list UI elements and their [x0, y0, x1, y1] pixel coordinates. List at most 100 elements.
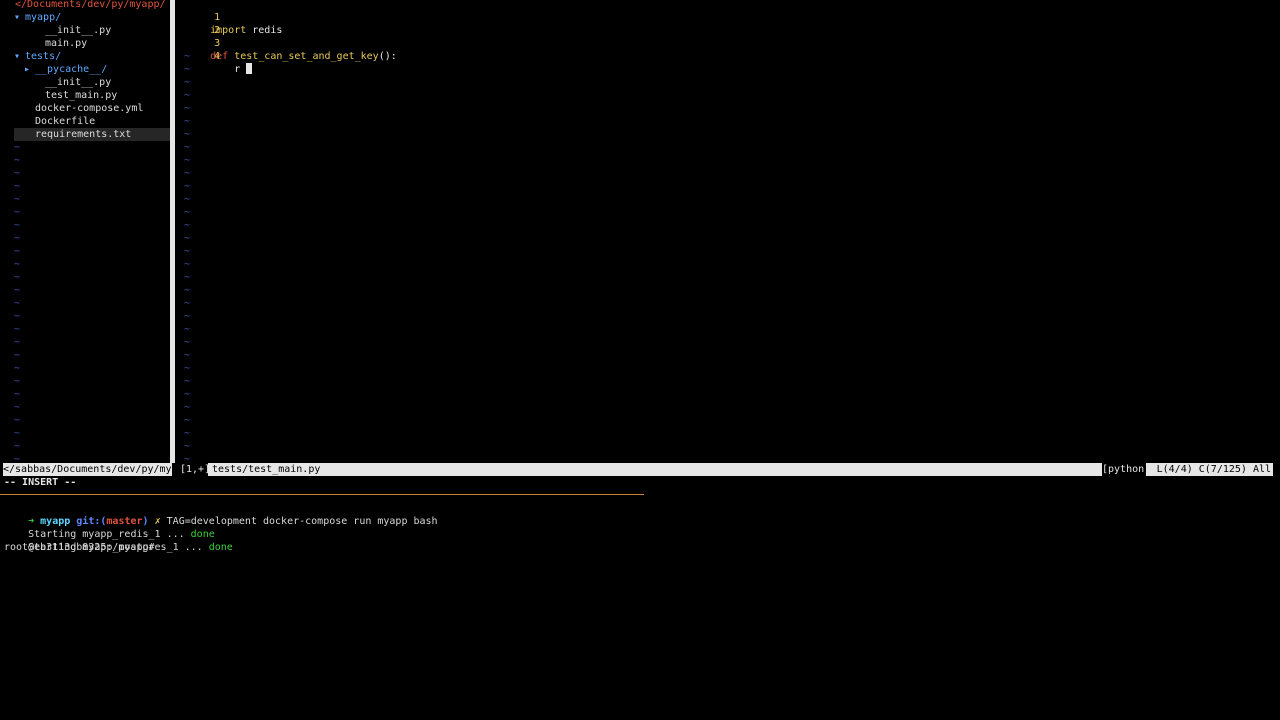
- empty-line-tilde: ~: [14, 324, 21, 335]
- empty-line-tilde: ~: [184, 298, 191, 309]
- empty-line-tilde: ~: [14, 311, 21, 322]
- empty-line-tilde: ~: [184, 103, 191, 114]
- editor-pane[interactable]: 1 import redis 2 3 def test_can_set_and_…: [180, 0, 1280, 465]
- empty-line-tilde: ~: [184, 350, 191, 361]
- empty-line-tilde: ~: [14, 428, 21, 439]
- empty-line-tilde: ~: [184, 363, 191, 374]
- empty-line-tilde: ~: [14, 337, 21, 348]
- tree-item-label: __init__.py: [45, 77, 112, 88]
- empty-line-tilde: ~: [184, 441, 191, 452]
- nerdtree-pane[interactable]: </Documents/dev/py/myapp/ ▾ myapp/ __init_…: [0, 0, 170, 465]
- tree-file-item[interactable]: Dockerfile: [14, 115, 170, 128]
- code-function-name: test_can_set_and_get_key: [228, 51, 379, 62]
- empty-line-tilde: ~: [184, 129, 191, 140]
- terminal-output-line: Starting myapp_redis_1 ... done: [4, 515, 215, 540]
- empty-line-tilde: ~: [184, 116, 191, 127]
- empty-line-tilde: ~: [14, 389, 21, 400]
- empty-line-tilde: ~: [184, 415, 191, 426]
- empty-line-tilde: ~: [14, 350, 21, 361]
- empty-line-tilde: ~: [184, 285, 191, 296]
- empty-line-tilde: ~: [14, 194, 21, 205]
- empty-line-tilde: ~: [184, 90, 191, 101]
- terminal-output-line: Starting myapp_postgres_1 ... done: [4, 528, 233, 553]
- empty-line-tilde: ~: [184, 428, 191, 439]
- expanded-arrow-icon[interactable]: ▾: [14, 11, 20, 24]
- mode-indicator: -- INSERT --: [4, 477, 77, 488]
- empty-line-tilde: ~: [184, 77, 191, 88]
- tree-item-label: __init__.py: [45, 25, 112, 36]
- tree-file-item[interactable]: main.py: [14, 37, 170, 50]
- tree-item-label: docker-compose.yml: [35, 103, 144, 114]
- tree-item-label: main.py: [45, 38, 88, 49]
- tree-file-item[interactable]: __init__.py: [14, 24, 170, 37]
- empty-line-tilde: ~: [14, 220, 21, 231]
- empty-line-tilde: ~: [184, 181, 191, 192]
- statusline-cwd: </sabbas/Documents/dev/py/myapp: [3, 463, 190, 476]
- empty-line-tilde: ~: [184, 311, 191, 322]
- code-line-3[interactable]: 3 def test_can_set_and_get_key():: [180, 24, 397, 62]
- empty-line-tilde: ~: [14, 259, 21, 270]
- empty-line-tilde: ~: [14, 402, 21, 413]
- empty-line-tilde: ~: [184, 220, 191, 231]
- output-status: done: [208, 542, 233, 553]
- tree-directory-item[interactable]: ▾ tests/: [14, 50, 170, 63]
- empty-line-tilde: ~: [14, 376, 21, 387]
- empty-line-tilde: ~: [184, 246, 191, 257]
- tree-item-label: Dockerfile: [35, 116, 96, 127]
- code-text: ():: [378, 51, 397, 62]
- statusline-filetype: [python]: [1102, 464, 1151, 475]
- terminal-command-line: ➜ myapp git:(master) ✗ TAG=development d…: [4, 502, 438, 527]
- tmux-pane-divider[interactable]: [0, 494, 644, 495]
- empty-line-tilde: ~: [14, 285, 21, 296]
- empty-line-tilde: ~: [14, 415, 21, 426]
- empty-line-tilde: ~: [184, 259, 191, 270]
- tree-item-label: myapp/: [25, 12, 62, 23]
- tree-item-label: requirements.txt: [35, 129, 132, 140]
- code-line-4[interactable]: 4 r: [180, 37, 253, 75]
- empty-line-tilde: ~: [14, 142, 21, 153]
- empty-line-tilde: ~: [14, 207, 21, 218]
- code-text: r: [210, 64, 247, 75]
- empty-line-tilde: ~: [184, 402, 191, 413]
- expanded-arrow-icon[interactable]: ▾: [14, 50, 20, 63]
- tree-file-item[interactable]: docker-compose.yml: [14, 102, 170, 115]
- tree-directory-item[interactable]: ▾ myapp/: [14, 11, 170, 24]
- tree-file-item[interactable]: requirements.txt: [14, 128, 170, 141]
- empty-line-tilde: ~: [14, 168, 21, 179]
- tree-item-label: tests/: [25, 51, 62, 62]
- statusline-buffer: [1,+]: [180, 464, 211, 475]
- empty-line-tilde: ~: [14, 155, 21, 166]
- tree-file-item[interactable]: test_main.py: [14, 89, 170, 102]
- empty-line-tilde: ~: [184, 64, 191, 75]
- line-number: 4: [214, 51, 221, 62]
- empty-line-tilde: ~: [14, 298, 21, 309]
- empty-line-tilde: ~: [184, 194, 191, 205]
- code-line-1[interactable]: 1 import redis: [180, 0, 282, 36]
- empty-line-tilde: ~: [184, 272, 191, 283]
- statusline-filename: tests/test_main.py: [208, 463, 1102, 476]
- nerdtree-root-path[interactable]: </Documents/dev/py/myapp/: [15, 0, 166, 11]
- empty-line-tilde: ~: [184, 376, 191, 387]
- text-cursor: [246, 63, 253, 74]
- empty-line-tilde: ~: [184, 168, 191, 179]
- tree-directory-item[interactable]: ▸ __pycache__/: [14, 63, 170, 76]
- code-line-2[interactable]: 2: [180, 11, 220, 36]
- tree-file-item[interactable]: __init__.py: [14, 76, 170, 89]
- empty-line-tilde: ~: [14, 363, 21, 374]
- empty-line-tilde: ~: [184, 233, 191, 244]
- tree-item-label: __pycache__/: [35, 64, 108, 75]
- vim-statusline: </sabbas/Documents/dev/py/myapp [1,+] te…: [0, 463, 1280, 476]
- terminal-root-prompt[interactable]: root@eb3113db8325:/myapp#: [4, 541, 155, 554]
- empty-line-tilde: ~: [184, 324, 191, 335]
- empty-line-tilde: ~: [184, 142, 191, 153]
- empty-line-tilde: ~: [14, 233, 21, 244]
- terminal-pane[interactable]: ➜ myapp git:(master) ✗ TAG=development d…: [4, 502, 1274, 712]
- empty-line-tilde: ~: [184, 155, 191, 166]
- collapsed-arrow-icon[interactable]: ▸: [24, 63, 30, 76]
- empty-line-tilde: ~: [14, 441, 21, 452]
- tree-item-label: test_main.py: [45, 90, 118, 101]
- empty-line-tilde: ~: [184, 51, 191, 62]
- empty-line-tilde: ~: [14, 181, 21, 192]
- statusline-position: L(4/4) C(7/125) All: [1146, 463, 1273, 476]
- vertical-split-separator[interactable]: [170, 0, 175, 463]
